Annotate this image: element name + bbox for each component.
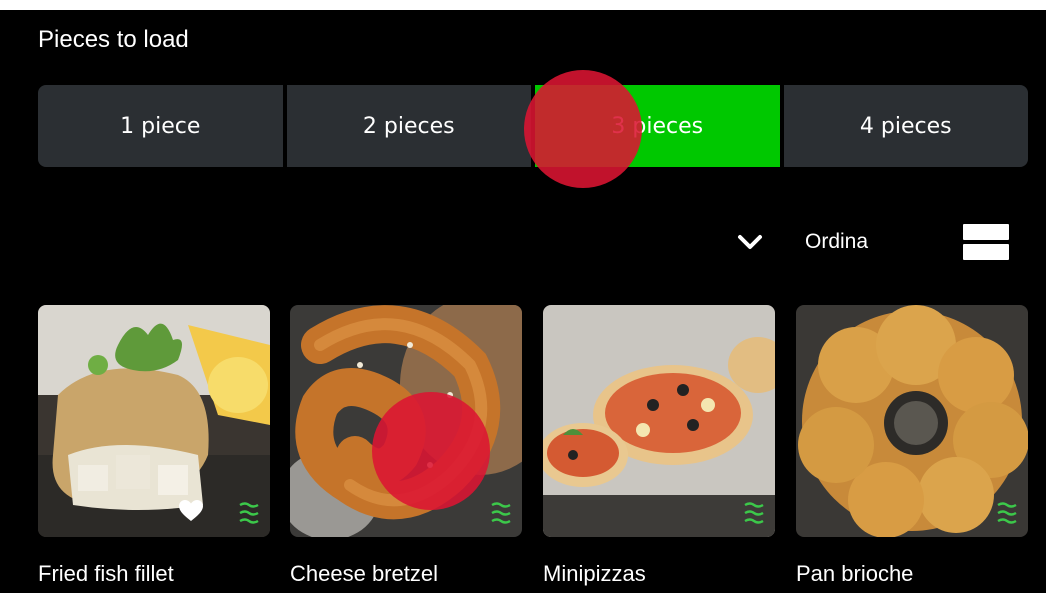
- oven-panel: Pieces to load 1 piece 2 pieces 3 pieces…: [0, 10, 1046, 593]
- pieces-selector: 1 piece 2 pieces 3 pieces 4 pieces: [38, 85, 1028, 167]
- steam-icon: [997, 502, 1017, 524]
- recipe-image: [543, 305, 775, 537]
- recipe-grid: Fried fish fillet Cheese bretzel Minipiz…: [38, 305, 1028, 593]
- recipe-card-pan-brioche[interactable]: Pan brioche: [796, 305, 1028, 593]
- recipe-card-fried-fish-fillet[interactable]: Fried fish fillet: [38, 305, 270, 593]
- pieces-option-4[interactable]: 4 pieces: [783, 85, 1028, 167]
- recipe-image: [38, 305, 270, 537]
- recipe-name: Cheese bretzel: [290, 561, 438, 586]
- pieces-option-label: 2 pieces: [362, 113, 455, 139]
- recipe-image: [796, 305, 1028, 537]
- sort-button[interactable]: Ordina: [805, 230, 868, 254]
- chevron-down-icon[interactable]: [735, 227, 765, 257]
- pieces-option-1[interactable]: 1 piece: [38, 85, 283, 167]
- pieces-option-3[interactable]: 3 pieces: [535, 85, 780, 167]
- steam-icon: [491, 502, 511, 524]
- steam-icon: [744, 502, 764, 524]
- pieces-option-label: 3 pieces: [611, 113, 704, 139]
- list-view-icon[interactable]: [963, 222, 1009, 262]
- heart-icon[interactable]: [178, 499, 204, 523]
- pieces-option-label: 4 pieces: [859, 113, 952, 139]
- recipe-name: Minipizzas: [543, 561, 646, 586]
- recipe-image: [290, 305, 522, 537]
- screen: Pieces to load 1 piece 2 pieces 3 pieces…: [0, 0, 1046, 593]
- page-title: Pieces to load: [38, 26, 189, 53]
- pieces-option-label: 1 piece: [120, 113, 201, 139]
- recipe-card-cheese-bretzel[interactable]: Cheese bretzel: [290, 305, 522, 593]
- sort-bar: Ordina: [735, 222, 1025, 262]
- steam-icon: [239, 502, 259, 524]
- recipe-name: Fried fish fillet: [38, 561, 174, 586]
- pieces-option-2[interactable]: 2 pieces: [286, 85, 531, 167]
- recipe-card-minipizzas[interactable]: Minipizzas: [543, 305, 775, 593]
- recipe-name: Pan brioche: [796, 561, 914, 586]
